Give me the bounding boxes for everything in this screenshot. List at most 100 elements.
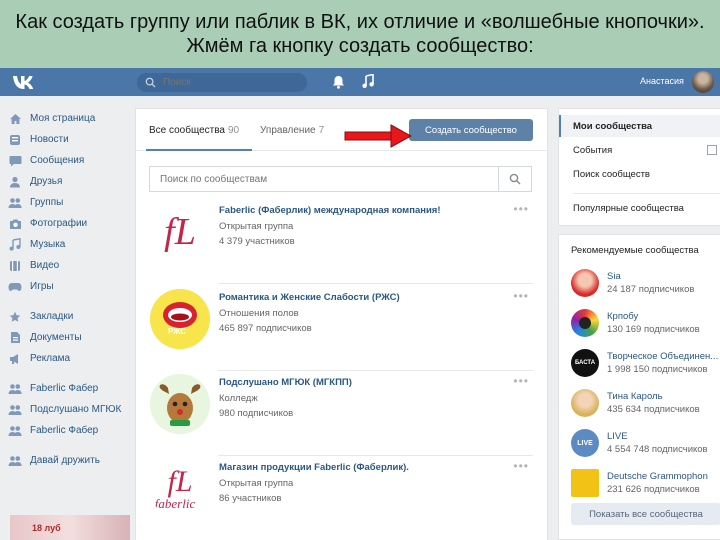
- messages-icon: [8, 154, 22, 168]
- slide-title: Как создать группу или паблик в ВК, их о…: [15, 11, 705, 57]
- bell-icon[interactable]: [332, 75, 345, 94]
- faberlic-logo: fL: [167, 465, 193, 498]
- more-options-icon[interactable]: •••: [513, 202, 529, 216]
- recommended-item[interactable]: Sia 24 187 подписчиков: [571, 269, 720, 305]
- calendar-icon[interactable]: [707, 145, 717, 155]
- sidebar-item-video[interactable]: Видео: [8, 255, 128, 276]
- groups-icon: [8, 196, 22, 210]
- recommended-name[interactable]: LIVE: [607, 431, 628, 442]
- document-icon: [8, 331, 22, 345]
- red-arrow-annotation: [344, 124, 412, 148]
- faberlic-logo: fL: [164, 211, 196, 253]
- tab-manage-count: 7: [318, 125, 325, 136]
- recommended-item[interactable]: Тина Кароль 435 634 подписчиков: [571, 389, 720, 425]
- community-search[interactable]: [149, 166, 532, 192]
- recommended-avatar[interactable]: [571, 389, 599, 417]
- recommended-name[interactable]: Тина Кароль: [607, 391, 663, 402]
- community-icon: [8, 403, 22, 417]
- recommended-name[interactable]: Крпобу: [607, 311, 638, 322]
- vk-logo-icon[interactable]: [12, 74, 36, 90]
- community-members: 465 897 подписчиков: [219, 323, 312, 334]
- sidebar-item-music[interactable]: Музыка: [8, 234, 128, 255]
- sidebar-item-community-friends[interactable]: Давай дружить: [8, 450, 128, 471]
- user-avatar[interactable]: [692, 71, 714, 93]
- community-avatar[interactable]: fL: [150, 202, 210, 262]
- recommended-item[interactable]: Deutsche Grammophon 231 626 подписчиков: [571, 469, 720, 505]
- recommended-avatar[interactable]: БАСТА: [571, 349, 599, 377]
- community-name[interactable]: Магазин продукции Faberlic (Фаберлик).: [219, 462, 409, 473]
- recommended-name[interactable]: Творческое Объединен...: [607, 351, 718, 362]
- star-icon: [8, 310, 22, 324]
- community-search-input[interactable]: [150, 167, 498, 191]
- community-avatar[interactable]: [150, 374, 210, 434]
- left-ad-banner[interactable]: 18 луб: [10, 515, 130, 540]
- community-icon: [8, 424, 22, 438]
- community-type: Отношения полов: [219, 308, 299, 319]
- recommended-avatar[interactable]: [571, 309, 599, 337]
- tab-manage[interactable]: Управление 7: [260, 125, 324, 136]
- community-row[interactable]: Подслушано МГЮК (МГКПП) Колледж 980 подп…: [136, 374, 547, 456]
- recommended-communities: Рекомендуемые сообщества Sia 24 187 подп…: [558, 234, 720, 540]
- user-name[interactable]: Анастасия: [640, 76, 684, 86]
- recommended-avatar-text: LIVE: [577, 439, 593, 447]
- faberlic-wordmark: faberlic: [154, 496, 196, 511]
- sidebar-item-community-faberlic-1[interactable]: Faberlic Фабер: [8, 378, 128, 399]
- search-icon[interactable]: [499, 167, 531, 191]
- recommended-item[interactable]: LIVE LIVE 4 554 748 подписчиков: [571, 429, 720, 465]
- sidebar-item-my-page[interactable]: Моя страница: [8, 108, 128, 129]
- community-name[interactable]: Подслушано МГЮК (МГКПП): [219, 377, 352, 388]
- community-members: 4 379 участников: [219, 236, 295, 247]
- games-icon: [8, 280, 22, 294]
- nav-events[interactable]: События: [573, 145, 612, 156]
- community-name[interactable]: Faberlic (Фаберлик) международная компан…: [219, 205, 441, 216]
- recommended-avatar[interactable]: LIVE: [571, 429, 599, 457]
- header-search[interactable]: [137, 73, 307, 92]
- community-row[interactable]: fL Faberlic (Фаберлик) международная ком…: [136, 202, 547, 284]
- show-all-communities-button[interactable]: Показать все сообщества: [571, 503, 720, 525]
- sidebar-item-community-mgyuk[interactable]: Подслушано МГЮК: [8, 399, 128, 420]
- more-options-icon[interactable]: •••: [513, 374, 529, 388]
- sidebar-item-documents[interactable]: Документы: [8, 327, 128, 348]
- nav-search-communities[interactable]: Поиск сообществ: [573, 169, 650, 180]
- music-note-icon[interactable]: [362, 73, 374, 94]
- recommended-item[interactable]: Крпобу 130 169 подписчиков: [571, 309, 720, 345]
- community-icon: [8, 454, 22, 468]
- search-icon: [145, 77, 159, 88]
- tab-active-underline: [146, 149, 252, 151]
- sidebar-item-ads[interactable]: Реклама: [8, 348, 128, 369]
- nav-popular-communities[interactable]: Популярные сообщества: [573, 203, 684, 214]
- recommended-name[interactable]: Deutsche Grammophon: [607, 471, 708, 482]
- more-options-icon[interactable]: •••: [513, 459, 529, 473]
- community-avatar[interactable]: fL faberlic: [150, 459, 210, 519]
- community-row[interactable]: РЖС Романтика и Женские Слабости (РЖС) О…: [136, 289, 547, 371]
- sidebar-item-games[interactable]: Игры: [8, 276, 128, 297]
- camera-icon: [8, 217, 22, 231]
- slide-banner: Как создать группу или паблик в ВК, их о…: [0, 0, 720, 68]
- nav-my-communities[interactable]: Мои сообщества: [573, 121, 652, 132]
- recommended-subs: 130 169 подписчиков: [607, 324, 700, 335]
- community-row[interactable]: fL faberlic Магазин продукции Faberlic (…: [136, 459, 547, 540]
- tab-all-communities[interactable]: Все сообщества 90: [149, 125, 239, 136]
- create-community-button[interactable]: Создать сообщество: [409, 119, 533, 141]
- recommended-subs: 231 626 подписчиков: [607, 484, 700, 495]
- sidebar-item-messages[interactable]: Сообщения: [8, 150, 128, 171]
- sidebar-item-photos[interactable]: Фотографии: [8, 213, 128, 234]
- recommended-item[interactable]: БАСТА Творческое Объединен... 1 998 150 …: [571, 349, 720, 385]
- more-options-icon[interactable]: •••: [513, 289, 529, 303]
- sidebar-item-community-faberlic-2[interactable]: Faberlic Фабер: [8, 420, 128, 441]
- sidebar-item-friends[interactable]: Друзья: [8, 171, 128, 192]
- community-avatar[interactable]: РЖС: [150, 289, 210, 349]
- recommended-title: Рекомендуемые сообщества: [571, 245, 699, 256]
- sidebar-item-news[interactable]: Новости: [8, 129, 128, 150]
- recommended-name[interactable]: Sia: [607, 271, 621, 282]
- community-members: 86 участников: [219, 493, 282, 504]
- community-name[interactable]: Романтика и Женские Слабости (РЖС): [219, 292, 400, 303]
- recommended-avatar-text: БАСТА: [574, 360, 596, 366]
- sidebar-item-bookmarks[interactable]: Закладки: [8, 306, 128, 327]
- communities-nav-panel: Мои сообщества События Поиск сообществ П…: [558, 108, 720, 226]
- recommended-subs: 4 554 748 подписчиков: [607, 444, 708, 455]
- header-search-input[interactable]: [163, 77, 303, 88]
- sidebar-item-groups[interactable]: Группы: [8, 192, 128, 213]
- recommended-avatar[interactable]: [571, 469, 599, 497]
- recommended-avatar[interactable]: [571, 269, 599, 297]
